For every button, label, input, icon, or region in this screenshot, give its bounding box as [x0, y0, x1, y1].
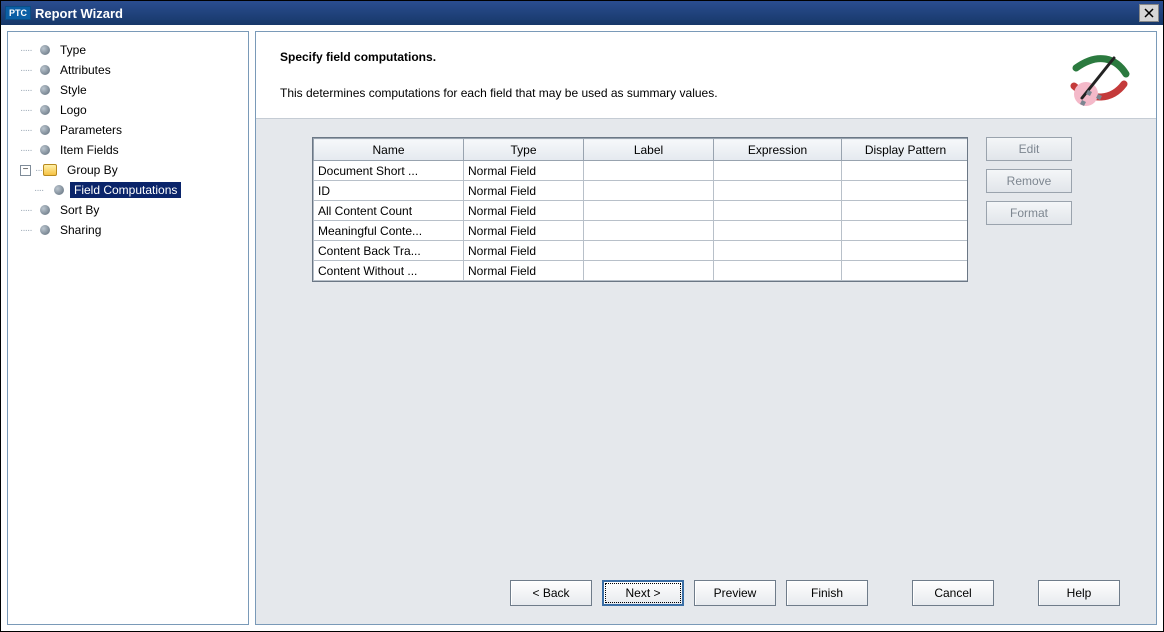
tree-item-label: Parameters	[56, 122, 126, 138]
edit-button[interactable]: Edit	[986, 137, 1072, 161]
cell-pattern	[842, 181, 969, 201]
cell-pattern	[842, 201, 969, 221]
cell-pattern	[842, 261, 969, 281]
next-button[interactable]: Next >	[602, 580, 684, 606]
titlebar: PTC Report Wizard	[1, 1, 1163, 25]
tree-item-type[interactable]: ·····Type	[12, 40, 244, 60]
cell-label	[584, 261, 714, 281]
cell-type: Normal Field	[464, 201, 584, 221]
help-button[interactable]: Help	[1038, 580, 1120, 606]
expander-icon[interactable]: −	[20, 165, 31, 176]
side-button-group: Edit Remove Format	[986, 137, 1072, 225]
table-row[interactable]: All Content CountNormal Field	[314, 201, 969, 221]
cell-expression	[714, 241, 842, 261]
header-area: Specify field computations. This determi…	[256, 32, 1156, 118]
remove-button[interactable]: Remove	[986, 169, 1072, 193]
cell-expression	[714, 221, 842, 241]
tree-item-label: Sort By	[56, 202, 103, 218]
bullet-icon	[40, 225, 50, 235]
fields-table[interactable]: NameTypeLabelExpressionDisplay Pattern D…	[312, 137, 968, 282]
tree-item-sort-by[interactable]: ·····Sort By	[12, 200, 244, 220]
tree-item-label: Attributes	[56, 62, 115, 78]
tree-item-label: Type	[56, 42, 90, 58]
content-panel: Specify field computations. This determi…	[255, 31, 1157, 625]
back-button[interactable]: < Back	[510, 580, 592, 606]
tree-item-logo[interactable]: ·····Logo	[12, 100, 244, 120]
cell-pattern	[842, 161, 969, 181]
column-header-expression[interactable]: Expression	[714, 139, 842, 161]
table-row[interactable]: Content Without ...Normal Field	[314, 261, 969, 281]
bullet-icon	[40, 65, 50, 75]
tree-item-parameters[interactable]: ·····Parameters	[12, 120, 244, 140]
bullet-icon	[40, 125, 50, 135]
cell-type: Normal Field	[464, 181, 584, 201]
cell-expression	[714, 261, 842, 281]
cell-type: Normal Field	[464, 261, 584, 281]
cell-pattern	[842, 221, 969, 241]
window-title: Report Wizard	[35, 6, 123, 21]
folder-icon	[43, 164, 57, 176]
tree-item-label: Item Fields	[56, 142, 123, 158]
cell-label	[584, 181, 714, 201]
format-button[interactable]: Format	[986, 201, 1072, 225]
tree-item-label: Logo	[56, 102, 91, 118]
cell-label	[584, 201, 714, 221]
bullet-icon	[40, 105, 50, 115]
cell-name: Content Without ...	[314, 261, 464, 281]
table-row[interactable]: Content Back Tra...Normal Field	[314, 241, 969, 261]
bullet-icon	[40, 85, 50, 95]
bullet-icon	[40, 145, 50, 155]
tree-item-style[interactable]: ·····Style	[12, 80, 244, 100]
tree-item-field-computations[interactable]: ····Field Computations	[12, 180, 244, 200]
cell-expression	[714, 181, 842, 201]
tree-item-label: Sharing	[56, 222, 105, 238]
wizard-icon	[1068, 50, 1132, 108]
cell-type: Normal Field	[464, 241, 584, 261]
close-icon	[1144, 8, 1154, 18]
cell-name: Meaningful Conte...	[314, 221, 464, 241]
report-wizard-window: PTC Report Wizard ·····Type·····Attribut…	[0, 0, 1164, 632]
tree-item-label: Field Computations	[70, 182, 181, 198]
cell-label	[584, 221, 714, 241]
nav-tree-panel: ·····Type·····Attributes·····Style·····L…	[7, 31, 249, 625]
finish-button[interactable]: Finish	[786, 580, 868, 606]
cell-name: All Content Count	[314, 201, 464, 221]
bullet-icon	[54, 185, 64, 195]
bullet-icon	[40, 205, 50, 215]
tree-item-group-by[interactable]: −···Group By	[12, 160, 244, 180]
column-header-type[interactable]: Type	[464, 139, 584, 161]
wizard-button-bar: < Back Next > Preview Finish Cancel Help	[312, 572, 1136, 616]
page-subtext: This determines computations for each fi…	[280, 86, 1068, 100]
cell-type: Normal Field	[464, 161, 584, 181]
cancel-button[interactable]: Cancel	[912, 580, 994, 606]
cell-label	[584, 241, 714, 261]
cell-name: ID	[314, 181, 464, 201]
column-header-display-pattern[interactable]: Display Pattern	[842, 139, 969, 161]
preview-button[interactable]: Preview	[694, 580, 776, 606]
table-row[interactable]: Meaningful Conte...Normal Field	[314, 221, 969, 241]
column-header-label[interactable]: Label	[584, 139, 714, 161]
tree-item-attributes[interactable]: ·····Attributes	[12, 60, 244, 80]
tree-item-sharing[interactable]: ·····Sharing	[12, 220, 244, 240]
tree-item-label: Group By	[63, 162, 122, 178]
page-heading: Specify field computations.	[280, 50, 1068, 64]
table-row[interactable]: IDNormal Field	[314, 181, 969, 201]
table-row[interactable]: Document Short ...Normal Field	[314, 161, 969, 181]
main-area: NameTypeLabelExpressionDisplay Pattern D…	[256, 118, 1156, 624]
brand-badge: PTC	[5, 6, 31, 20]
cell-expression	[714, 161, 842, 181]
cell-name: Content Back Tra...	[314, 241, 464, 261]
column-header-name[interactable]: Name	[314, 139, 464, 161]
cell-name: Document Short ...	[314, 161, 464, 181]
cell-expression	[714, 201, 842, 221]
cell-pattern	[842, 241, 969, 261]
cell-type: Normal Field	[464, 221, 584, 241]
tree-item-item-fields[interactable]: ·····Item Fields	[12, 140, 244, 160]
tree-item-label: Style	[56, 82, 91, 98]
cell-label	[584, 161, 714, 181]
close-button[interactable]	[1139, 4, 1159, 22]
bullet-icon	[40, 45, 50, 55]
